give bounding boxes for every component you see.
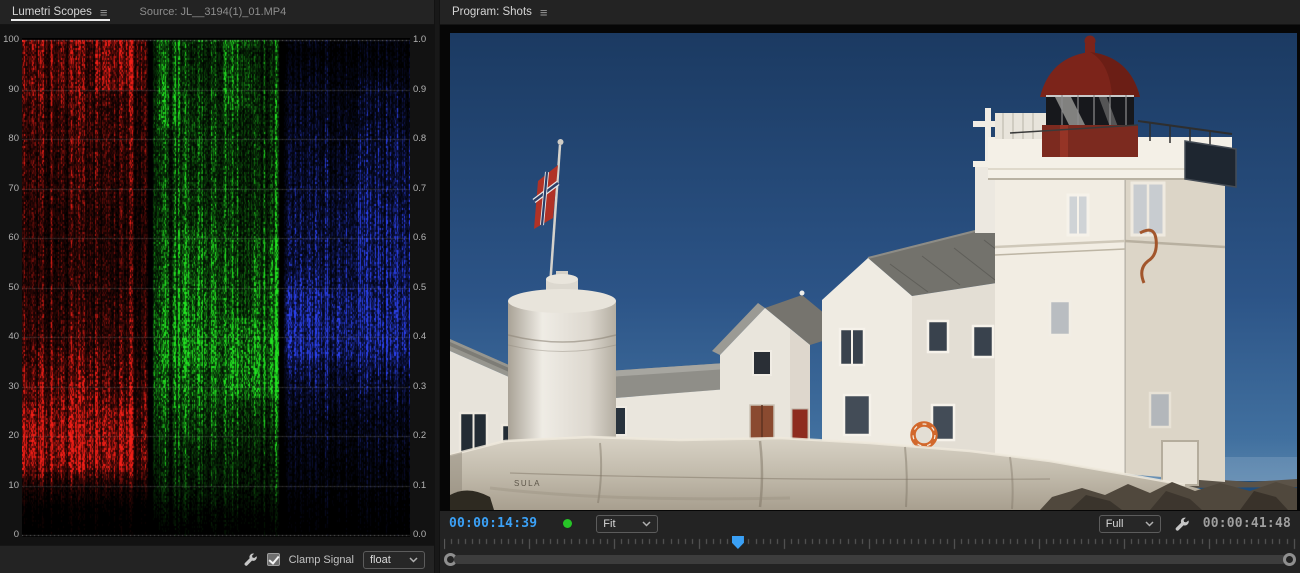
scope-axis-tick-label: 10: [0, 481, 19, 491]
zoom-level-dropdown[interactable]: Fit: [596, 515, 658, 533]
scope-axis-tick-label: 80: [0, 134, 19, 144]
transport-right-controls: Full 00:00:41:48: [1075, 515, 1291, 533]
scope-axis-tick-label: 0.8: [413, 134, 433, 144]
wall-graffiti: SULA: [514, 479, 541, 488]
chevron-down-icon: [642, 521, 651, 527]
scope-axis-tick-label: 0.7: [413, 184, 433, 194]
zoom-level-value: Fit: [603, 518, 615, 530]
tab-program-label: Program: Shots: [452, 6, 532, 18]
lumetri-footer-bar: Clamp Signal float: [0, 545, 434, 573]
bit-depth-value: float: [370, 554, 391, 566]
scope-axis-tick-label: 0.3: [413, 382, 433, 392]
scope-axis-tick-label: 50: [0, 283, 19, 293]
scope-axis-tick-label: 0.5: [413, 283, 433, 293]
scope-axis-tick-label: 90: [0, 85, 19, 95]
scope-axis-tick-label: 60: [0, 233, 19, 243]
scope-axis-tick-label: 0.2: [413, 431, 433, 441]
scrollbar-right-handle[interactable]: [1283, 553, 1296, 566]
scrollbar-track[interactable]: [454, 555, 1286, 564]
scope-settings-wrench-icon[interactable]: [243, 552, 258, 567]
scope-axis-tick-label: 0.0: [413, 530, 433, 540]
tab-lumetri-scopes-label: Lumetri Scopes: [12, 6, 92, 18]
monitor-settings-wrench-icon[interactable]: [1174, 516, 1190, 532]
current-timecode[interactable]: 00:00:14:39: [449, 516, 537, 531]
chevron-down-icon: [409, 557, 418, 563]
scope-axis-tick-label: 70: [0, 184, 19, 194]
water-tank: [508, 271, 616, 463]
playback-resolution-dropdown[interactable]: Full: [1099, 515, 1161, 533]
panel-menu-icon[interactable]: ≡: [100, 6, 108, 19]
timeline-zoom-scrollbar: [444, 552, 1296, 566]
clamp-signal-checkbox[interactable]: [267, 553, 280, 566]
lumetri-panel-header: Lumetri Scopes ≡ Source: JL__3194(1)_01.…: [0, 0, 434, 25]
scope-axis-tick-label: 100: [0, 35, 19, 45]
program-video-area[interactable]: SULA: [440, 25, 1300, 511]
clamp-signal-label: Clamp Signal: [289, 554, 354, 566]
scope-axis-tick-label: 20: [0, 431, 19, 441]
playback-resolution-value: Full: [1106, 518, 1124, 530]
scope-axis-tick-label: 0.6: [413, 233, 433, 243]
timeline-mini-ruler[interactable]: [444, 536, 1296, 551]
rgb-parade-scope: 1009080706050403020100 1.00.90.80.70.60.…: [0, 25, 434, 545]
bit-depth-dropdown[interactable]: float: [363, 551, 425, 569]
scope-source-label: Source: JL__3194(1)_01.MP4: [140, 6, 287, 18]
tab-program-shots[interactable]: Program: Shots ≡: [440, 0, 556, 24]
scope-axis-tick-label: 0.4: [413, 332, 433, 342]
ruler-ticks: [444, 536, 1296, 551]
panel-menu-icon[interactable]: ≡: [540, 6, 548, 19]
scope-axis-tick-label: 30: [0, 382, 19, 392]
scope-axis-tick-label: 0: [0, 530, 19, 540]
premiere-workspace: Lumetri Scopes ≡ Source: JL__3194(1)_01.…: [0, 0, 1300, 573]
lumetri-scopes-panel: Lumetri Scopes ≡ Source: JL__3194(1)_01.…: [0, 0, 434, 573]
video-frame-lighthouse: SULA: [450, 33, 1297, 510]
scope-axis-tick-label: 1.0: [413, 35, 433, 45]
scope-axis-tick-label: 0.1: [413, 481, 433, 491]
duration-timecode: 00:00:41:48: [1203, 516, 1291, 531]
scope-axis-tick-label: 40: [0, 332, 19, 342]
tab-lumetri-scopes[interactable]: Lumetri Scopes ≡: [0, 0, 116, 24]
program-monitor-panel: Program: Shots ≡: [440, 0, 1300, 573]
scope-axis-tick-label: 0.9: [413, 85, 433, 95]
transport-controls: 00:00:14:39 Fit Full 00:00:41:48: [440, 511, 1300, 536]
chevron-down-icon: [1145, 521, 1154, 527]
lighthouse-tower: [988, 113, 1236, 485]
program-panel-header: Program: Shots ≡: [440, 0, 1300, 25]
solar-panel: [1185, 141, 1236, 187]
dropped-frame-indicator: [563, 519, 572, 528]
rgb-parade-waveform-canvas: [22, 38, 410, 537]
